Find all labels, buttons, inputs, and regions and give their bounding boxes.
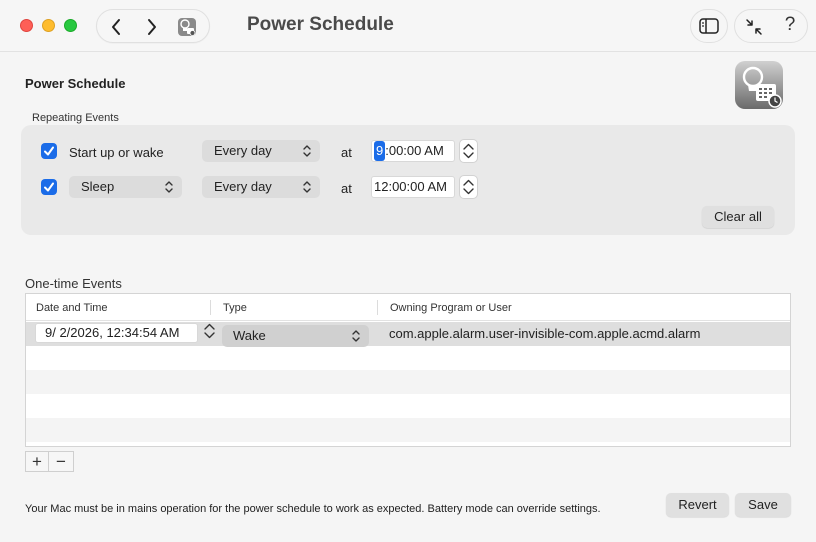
- table-row-empty: [26, 394, 790, 418]
- event-type-value: Sleep: [81, 179, 115, 194]
- startup-time-field[interactable]: 9:00:00 AM: [371, 140, 455, 162]
- one-time-events-table: Date and Time Type Owning Program or Use…: [25, 293, 791, 447]
- repeating-events-label: Repeating Events: [32, 112, 119, 124]
- toolbar-right-group: ?: [734, 9, 808, 43]
- at-label: at: [341, 181, 352, 196]
- sleep-time-field[interactable]: 12:00:00 AM: [371, 176, 455, 198]
- column-divider[interactable]: [377, 300, 378, 315]
- time-remainder: :00:00 AM: [385, 143, 444, 158]
- table-row-empty: [26, 370, 790, 394]
- startup-time-stepper[interactable]: [459, 139, 478, 163]
- sleep-frequency-popup[interactable]: Every day: [202, 176, 320, 198]
- stepper-arrows-icon: [204, 323, 215, 339]
- power-schedule-large-icon: [734, 60, 784, 110]
- event-type-popup[interactable]: Wake: [222, 325, 369, 347]
- forward-button[interactable]: [141, 16, 163, 38]
- close-window-button[interactable]: [20, 19, 33, 32]
- table-row-empty: [26, 418, 790, 442]
- frequency-value: Every day: [214, 179, 272, 194]
- sidebar-toggle-icon: [699, 18, 719, 34]
- sleep-event-popup[interactable]: Sleep: [69, 176, 182, 198]
- checkmark-icon: [44, 182, 54, 192]
- event-owner: com.apple.alarm.user-invisible-com.apple…: [389, 326, 701, 341]
- chevron-up-down-icon: [303, 145, 311, 157]
- sidebar-toggle-button[interactable]: [690, 9, 728, 43]
- column-header-type[interactable]: Type: [223, 302, 247, 314]
- chevron-left-icon: [112, 19, 120, 35]
- checkmark-icon: [44, 146, 54, 156]
- power-schedule-app-icon: [178, 18, 196, 36]
- chevron-right-icon: [148, 19, 156, 35]
- startup-frequency-popup[interactable]: Every day: [202, 140, 320, 162]
- startup-event-label: Start up or wake: [69, 145, 164, 160]
- chevron-up-down-icon: [303, 181, 311, 193]
- titlebar: Power Schedule ?: [0, 0, 816, 52]
- table-row-empty: [26, 346, 790, 370]
- chevron-up-down-icon: [352, 330, 360, 342]
- help-button[interactable]: ?: [779, 14, 801, 38]
- event-type-value: Wake: [233, 328, 266, 343]
- clear-all-button[interactable]: Clear all: [702, 206, 774, 228]
- frequency-value: Every day: [214, 143, 272, 158]
- power-schedule-window: Power Schedule ? Power Schedule Repeatin…: [0, 0, 816, 542]
- one-time-events-label: One-time Events: [25, 276, 122, 291]
- collapse-button[interactable]: [743, 16, 765, 38]
- stepper-arrows-icon: [463, 179, 474, 195]
- column-header-owner[interactable]: Owning Program or User: [390, 302, 512, 314]
- section-title: Power Schedule: [25, 76, 126, 91]
- startup-checkbox[interactable]: [41, 143, 57, 159]
- save-button[interactable]: Save: [735, 493, 791, 517]
- footer-note: Your Mac must be in mains operation for …: [25, 503, 601, 515]
- collapse-arrows-icon: [746, 19, 762, 35]
- table-header: Date and Time Type Owning Program or Use…: [26, 294, 790, 321]
- revert-button[interactable]: Revert: [666, 493, 729, 517]
- column-divider[interactable]: [210, 300, 211, 315]
- stepper-arrows-icon: [463, 143, 474, 159]
- window-title: Power Schedule: [247, 14, 394, 35]
- zoom-window-button[interactable]: [64, 19, 77, 32]
- datetime-stepper[interactable]: [201, 320, 220, 344]
- minimize-window-button[interactable]: [42, 19, 55, 32]
- event-datetime-field[interactable]: 9/ 2/2026, 12:34:54 AM: [35, 323, 198, 343]
- sleep-checkbox[interactable]: [41, 179, 57, 195]
- at-label: at: [341, 145, 352, 160]
- remove-event-button[interactable]: −: [49, 451, 74, 472]
- chevron-up-down-icon: [165, 181, 173, 193]
- navigation-group: [96, 9, 210, 43]
- sleep-time-stepper[interactable]: [459, 175, 478, 199]
- column-header-date[interactable]: Date and Time: [36, 302, 108, 314]
- back-button[interactable]: [105, 16, 127, 38]
- app-menu-button[interactable]: [176, 16, 198, 38]
- hour-segment[interactable]: 9: [374, 141, 386, 161]
- add-event-button[interactable]: +: [25, 451, 49, 472]
